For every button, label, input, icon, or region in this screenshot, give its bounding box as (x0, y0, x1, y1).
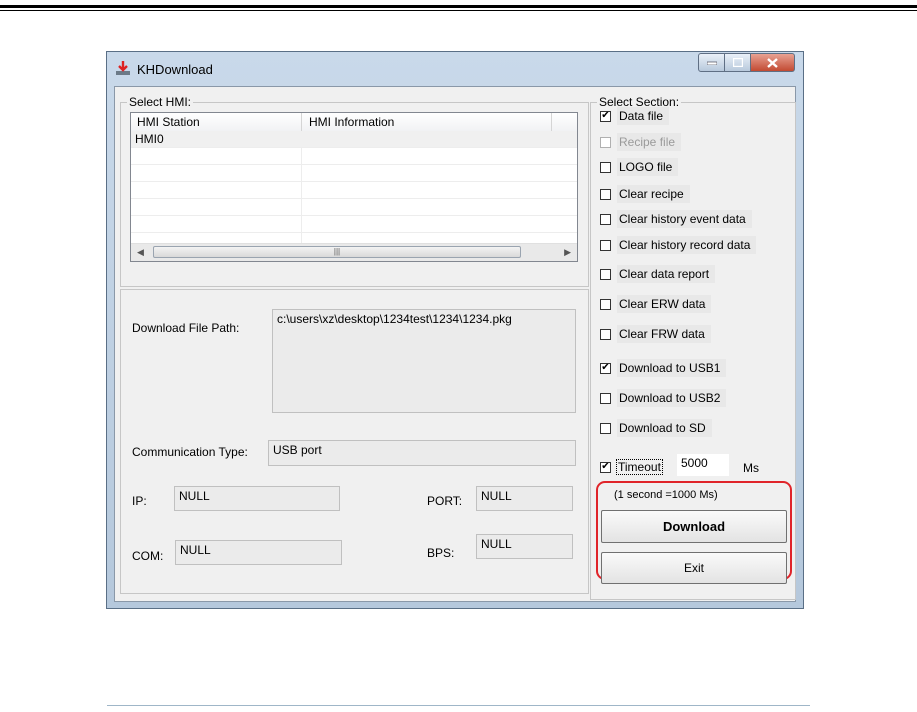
empty-row (131, 182, 577, 199)
checkbox-clear-frw[interactable]: Clear FRW data (600, 324, 711, 344)
checkbox-clear-data-report[interactable]: Clear data report (600, 264, 716, 284)
download-path-field[interactable]: c:\users\xz\desktop\1234test\1234\1234.p… (272, 309, 576, 413)
hmi-station-cell: HMI0 (135, 132, 164, 146)
khdownload-window: KHDownload Select HMI: HMI Station HMI I… (106, 51, 804, 609)
checkbox-download-sd[interactable]: Download to SD (600, 418, 712, 438)
title-bar[interactable]: KHDownload (107, 52, 803, 86)
scroll-left-icon[interactable]: ◀ (137, 247, 144, 258)
hmi-list-header: HMI Station HMI Information (131, 113, 577, 132)
bps-label: BPS: (427, 546, 455, 560)
client-area: Select HMI: HMI Station HMI Information … (114, 86, 796, 602)
select-hmi-label: Select HMI: (127, 95, 194, 109)
empty-row (131, 199, 577, 216)
download-app-icon (116, 61, 130, 75)
checkbox-logo-file[interactable]: LOGO file (600, 157, 679, 177)
checkbox-clear-erw[interactable]: Clear ERW data (600, 294, 712, 314)
checkbox-box[interactable]: ✔ (600, 461, 611, 473)
scroll-right-icon[interactable]: ▶ (564, 247, 571, 258)
select-hmi-group: Select HMI: HMI Station HMI Information … (120, 95, 589, 287)
port-field[interactable]: NULL (476, 486, 573, 511)
port-label: PORT: (427, 494, 463, 508)
select-section-group: Select Section: ✔ Data file Recipe file … (590, 95, 796, 600)
page-top-rule-thin (0, 10, 917, 11)
checkbox-box[interactable] (600, 213, 611, 225)
checkbox-box[interactable] (600, 239, 611, 251)
com-label: COM: (132, 549, 164, 563)
column-hmi-information[interactable]: HMI Information (309, 115, 394, 129)
checkbox-download-usb1[interactable]: ✔ Download to USB1 (600, 358, 727, 378)
table-row[interactable]: HMI0 (131, 131, 577, 148)
close-icon (767, 57, 778, 68)
connection-info-group: Download File Path: c:\users\xz\desktop\… (120, 289, 589, 594)
checkbox-box[interactable] (600, 188, 611, 200)
checkbox-box[interactable] (600, 268, 611, 280)
bps-field[interactable]: NULL (476, 534, 573, 559)
window-title: KHDownload (137, 62, 213, 77)
empty-row (131, 165, 577, 182)
communication-type-label: Communication Type: (132, 445, 248, 459)
checkbox-box (600, 136, 611, 148)
checkbox-box[interactable]: ✔ (600, 362, 611, 374)
download-path-label: Download File Path: (132, 321, 240, 335)
checkbox-clear-recipe[interactable]: Clear recipe (600, 184, 690, 204)
timeout-unit: Ms (743, 461, 759, 475)
checkbox-clear-history-event[interactable]: Clear history event data (600, 209, 752, 229)
window-controls (698, 53, 795, 73)
checkbox-recipe-file: Recipe file (600, 132, 682, 152)
checkbox-box[interactable] (600, 298, 611, 310)
checkbox-clear-history-record[interactable]: Clear history record data (600, 235, 757, 255)
ip-field[interactable]: NULL (174, 486, 340, 511)
hmi-list[interactable]: HMI Station HMI Information HMI0 ◀ ||| ▶ (130, 112, 578, 262)
checkbox-download-usb2[interactable]: Download to USB2 (600, 388, 727, 408)
download-button[interactable]: Download (601, 510, 787, 543)
timeout-note: (1 second =1000 Ms) (614, 489, 718, 501)
checkbox-box[interactable] (600, 392, 611, 404)
page-bottom-rule (107, 705, 810, 706)
empty-row (131, 216, 577, 233)
close-button[interactable] (751, 53, 795, 72)
ip-label: IP: (132, 494, 147, 508)
maximize-button[interactable] (725, 53, 751, 72)
page-top-rule (0, 5, 917, 8)
com-field[interactable]: NULL (175, 540, 342, 565)
communication-type-field[interactable]: USB port (268, 440, 576, 466)
checkbox-box[interactable]: ✔ (600, 110, 611, 122)
checkbox-data-file[interactable]: ✔ Data file (600, 106, 670, 126)
maximize-icon (732, 58, 743, 67)
column-hmi-station[interactable]: HMI Station (137, 115, 200, 129)
scroll-thumb[interactable]: ||| (153, 246, 521, 258)
timeout-input[interactable]: 5000 (677, 454, 729, 476)
empty-row (131, 148, 577, 165)
checkbox-box[interactable] (600, 422, 611, 434)
checkbox-box[interactable] (600, 161, 611, 173)
checkbox-timeout[interactable]: ✔ Timeout (600, 457, 663, 477)
checkbox-box[interactable] (600, 328, 611, 340)
exit-button[interactable]: Exit (601, 552, 787, 584)
minimize-button[interactable] (698, 53, 725, 72)
minimize-icon (706, 61, 717, 65)
horizontal-scrollbar[interactable]: ◀ ||| ▶ (131, 243, 577, 261)
timeout-label: Timeout (616, 459, 663, 475)
